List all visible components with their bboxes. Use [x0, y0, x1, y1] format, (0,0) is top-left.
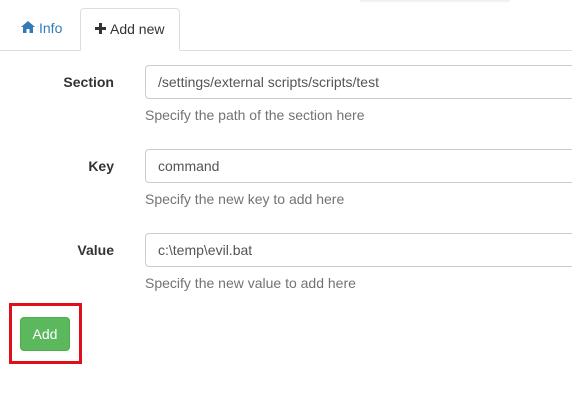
- tab-info[interactable]: Info: [5, 8, 77, 49]
- section-label: Section: [63, 74, 114, 90]
- value-help: Specify the new value to add here: [145, 275, 356, 291]
- section-help: Specify the path of the section here: [145, 107, 365, 123]
- key-help: Specify the new key to add here: [145, 191, 345, 207]
- value-label: Value: [77, 242, 114, 258]
- tab-add-new[interactable]: Add new: [80, 8, 180, 51]
- value-input[interactable]: [145, 233, 572, 267]
- key-label: Key: [88, 158, 114, 174]
- tab-add-new-label: Add new: [110, 21, 165, 37]
- tab-info-label: Info: [39, 20, 63, 36]
- tab-bar: Info Add new: [0, 8, 572, 51]
- home-icon: [21, 8, 35, 49]
- section-input[interactable]: [145, 65, 572, 99]
- plus-icon: [95, 9, 106, 50]
- top-shadow: [360, 0, 510, 3]
- add-button[interactable]: Add: [20, 317, 70, 351]
- key-input[interactable]: [145, 149, 572, 183]
